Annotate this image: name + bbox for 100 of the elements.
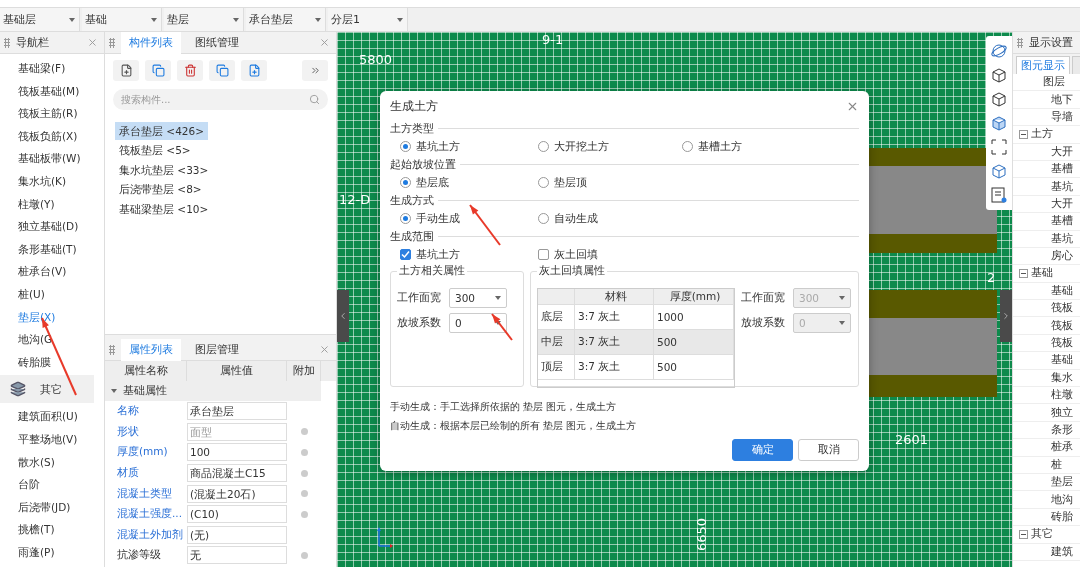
nav-item[interactable]: 基础梁(F) — [0, 57, 104, 80]
option-dot[interactable] — [300, 551, 308, 559]
tree-item[interactable]: 导墙 — [1051, 109, 1073, 124]
grip-icon[interactable] — [109, 344, 115, 355]
property-value[interactable]: (混凝土20石) — [187, 484, 287, 503]
tree-item[interactable]: 地沟 — [1051, 492, 1073, 507]
option-label[interactable]: 基坑土方 — [416, 139, 460, 154]
nav-item[interactable]: 柱墩(Y) — [0, 192, 104, 216]
tree-item[interactable]: 独立 — [1051, 405, 1073, 420]
nav-item[interactable]: 筏板主筋(R) — [0, 102, 104, 125]
frame-icon[interactable] — [990, 138, 1008, 156]
nav-item[interactable]: 砖胎膜 — [0, 350, 104, 374]
new-file-button[interactable] — [113, 60, 139, 81]
expand-handle[interactable] — [1000, 290, 1012, 342]
option-dot[interactable] — [300, 490, 308, 498]
option-label[interactable]: 手动生成 — [416, 211, 460, 226]
component-item[interactable]: 承台垫层 <426> — [115, 121, 208, 140]
cube-icon[interactable] — [990, 66, 1008, 84]
option-dot[interactable] — [300, 469, 308, 477]
tree-item[interactable]: 基槽 — [1051, 214, 1073, 229]
confirm-button[interactable]: 确定 — [732, 439, 793, 461]
tree-item[interactable]: 桩承 — [1051, 440, 1073, 455]
checkbox[interactable] — [538, 249, 549, 260]
option-dot[interactable] — [300, 449, 308, 456]
panel-tab[interactable]: 图层管理 — [187, 339, 247, 361]
grip-icon[interactable] — [4, 37, 10, 48]
panel-tab[interactable]: 属性列表 — [121, 339, 181, 361]
panel-tab[interactable]: 图纸管理 — [187, 31, 247, 54]
tree-item[interactable]: 桩 — [1051, 457, 1062, 472]
tree-item[interactable]: 基础 — [1031, 266, 1053, 281]
nav-item[interactable]: 筏板负筋(X) — [0, 124, 104, 148]
group-title[interactable]: 其它 — [40, 381, 62, 397]
property-value[interactable]: 无 — [187, 546, 287, 565]
tree-item[interactable]: 基槽 — [1051, 162, 1073, 177]
option-label[interactable]: 大开挖土方 — [554, 139, 609, 154]
level-dropdown[interactable]: 分层1 — [328, 8, 408, 31]
component-item[interactable]: 筏板垫层 <5> — [115, 141, 195, 159]
tree-item[interactable]: 基础 — [1051, 353, 1073, 368]
close-icon[interactable] — [319, 37, 330, 48]
dropdown-field[interactable]: 0 — [449, 313, 507, 333]
tree-item[interactable]: 垫层 — [1051, 475, 1073, 490]
tree-item[interactable]: 柱墩 — [1051, 388, 1073, 403]
close-icon[interactable] — [87, 37, 98, 48]
nav-item[interactable]: 独立基础(D) — [0, 215, 104, 238]
option-label[interactable]: 自动生成 — [554, 211, 598, 226]
expand-toggle[interactable] — [1019, 269, 1028, 278]
tree-item[interactable]: 地下 — [1051, 92, 1073, 107]
nav-item[interactable]: 散水(S) — [0, 450, 104, 474]
nav-item[interactable]: 建筑面积(U) — [0, 405, 104, 428]
delete-button[interactable] — [177, 60, 203, 81]
grip-icon[interactable] — [109, 37, 115, 48]
level-dropdown[interactable]: 垫层 — [164, 8, 244, 31]
property-value[interactable]: 承台垫层 — [187, 402, 287, 421]
tree-item[interactable]: 筏板 — [1051, 301, 1073, 316]
tree-item[interactable]: 基坑 — [1051, 179, 1073, 194]
nav-item[interactable]: 基础板带(W) — [0, 147, 104, 170]
tree-item[interactable]: 基础 — [1051, 283, 1073, 298]
property-value[interactable]: 100 — [187, 443, 287, 462]
nav-item[interactable]: 挑檐(T) — [0, 518, 104, 541]
panel-tab[interactable]: 图元显示 — [1016, 56, 1070, 74]
copy-button[interactable] — [209, 60, 235, 81]
property-value[interactable]: (无) — [187, 525, 287, 544]
tree-item[interactable]: 基坑 — [1051, 231, 1073, 246]
level-dropdown[interactable]: 基础 — [82, 8, 162, 31]
tree-item[interactable]: 其它 — [1031, 527, 1053, 542]
expand-toggle[interactable] — [1019, 129, 1028, 139]
tree-item[interactable]: 条形 — [1051, 423, 1073, 437]
save-button[interactable] — [241, 60, 267, 81]
property-value[interactable]: (C10) — [187, 505, 287, 524]
group-row[interactable]: 基础属性 — [105, 381, 321, 401]
more-button[interactable] — [302, 60, 328, 81]
nav-item[interactable]: 雨蓬(P) — [0, 540, 104, 564]
tree-item[interactable]: 砖胎 — [1051, 509, 1073, 524]
nav-item[interactable]: 集水坑(K) — [0, 169, 104, 193]
tree-item[interactable]: 土方 — [1031, 127, 1053, 142]
nav-item[interactable]: 桩承台(V) — [0, 260, 104, 283]
tree-item[interactable]: 集水 — [1051, 370, 1073, 385]
option-label[interactable]: 垫层底 — [416, 175, 449, 190]
property-value[interactable]: 商品混凝土C15 — [187, 464, 287, 483]
component-item[interactable]: 集水坑垫层 <33> — [115, 160, 213, 179]
nav-item[interactable]: 平整场地(V) — [0, 427, 104, 451]
close-icon[interactable] — [319, 344, 330, 355]
option-label[interactable]: 垫层顶 — [554, 175, 587, 190]
option-label[interactable]: 灰土回填 — [554, 247, 598, 262]
grip-icon[interactable] — [1017, 37, 1023, 48]
component-item[interactable]: 后浇带垫层 <8> — [115, 180, 206, 198]
nav-item[interactable]: 台阶 — [0, 473, 104, 496]
tree-item[interactable]: 筏板 — [1051, 336, 1073, 351]
nav-item[interactable]: 筏板基础(M) — [0, 79, 104, 103]
cube-icon[interactable] — [990, 114, 1008, 132]
copy-button[interactable] — [145, 60, 171, 81]
tree-item[interactable]: 大开 — [1051, 196, 1073, 211]
option-label[interactable]: 基槽土方 — [698, 139, 742, 154]
option-label[interactable]: 基坑土方 — [416, 247, 460, 262]
tree-item[interactable]: 筏板 — [1051, 318, 1073, 333]
nav-item[interactable]: 桩(U) — [0, 282, 104, 306]
list-icon[interactable] — [990, 186, 1008, 204]
component-item[interactable]: 基础梁垫层 <10> — [115, 199, 213, 218]
tree-item[interactable]: 大开 — [1051, 144, 1073, 159]
level-dropdown[interactable]: 承台垫层 — [246, 8, 326, 31]
